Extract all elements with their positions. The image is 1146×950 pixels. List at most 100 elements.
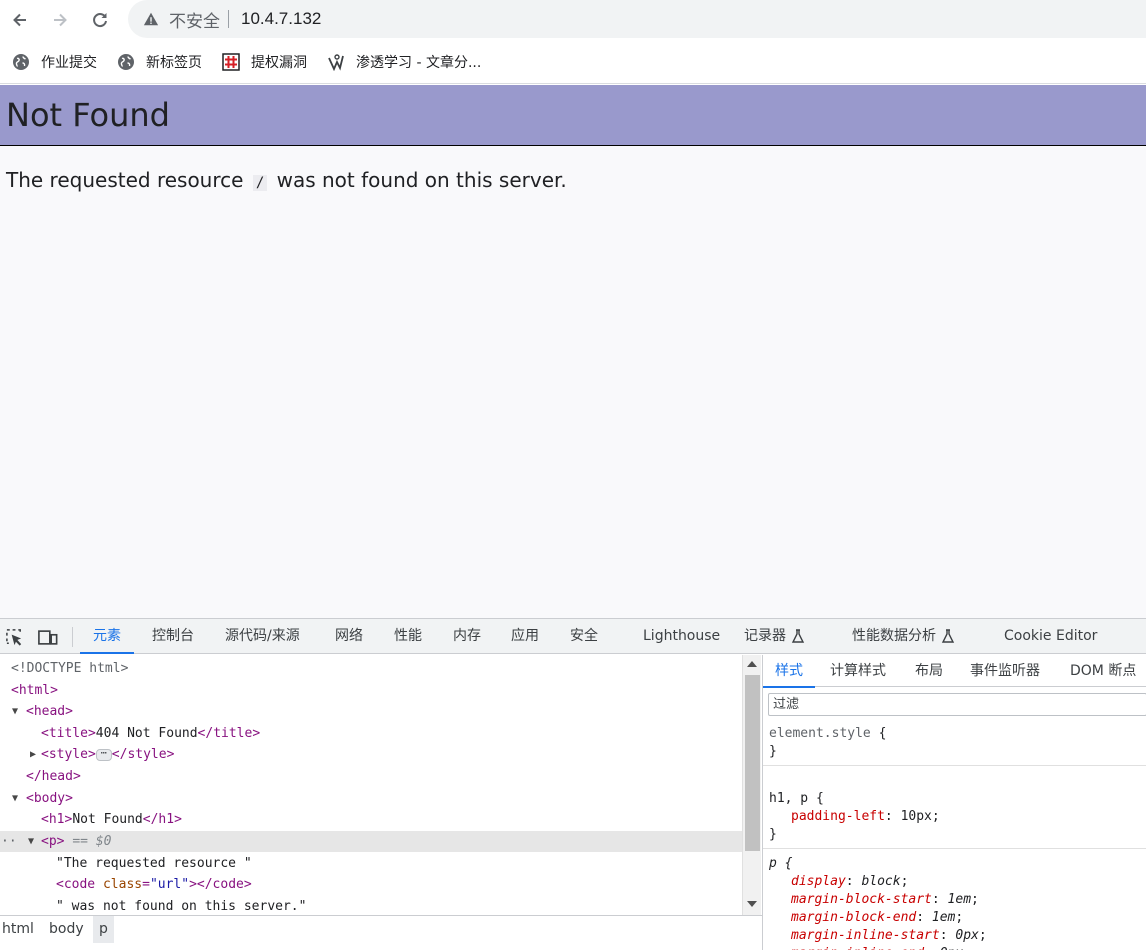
- reload-button[interactable]: [86, 6, 114, 34]
- dom-node-doctype[interactable]: <!DOCTYPE html>: [0, 658, 742, 679]
- dom-node-style[interactable]: ▶ <style> ⋯ </style>: [0, 744, 742, 765]
- message-text-before: The requested resource: [6, 168, 250, 192]
- page-heading: Not Found: [0, 85, 1146, 146]
- tag-text: <html>: [11, 683, 58, 698]
- css-property-name: margin-inline-end: [791, 946, 924, 950]
- address-bar[interactable]: 不安全 10.4.7.132: [128, 0, 1146, 38]
- attr-eq: =: [142, 877, 150, 892]
- dom-node-code[interactable]: <code class="url"></code>: [0, 874, 742, 895]
- tag-text: <h1>: [41, 812, 73, 827]
- dom-node-head[interactable]: ▼ <head>: [0, 701, 742, 722]
- device-toolbar-button[interactable]: [38, 627, 58, 647]
- css-declaration[interactable]: margin-block-end: 1em;: [763, 909, 1146, 927]
- tab-elements[interactable]: 元素: [80, 619, 134, 654]
- tab-memory[interactable]: 内存: [453, 619, 481, 654]
- tag-text: <body>: [26, 791, 73, 806]
- tab-performance[interactable]: 性能: [394, 619, 422, 654]
- css-declaration[interactable]: display: block;: [763, 873, 1146, 891]
- tag-text: </head>: [26, 769, 81, 784]
- toolbar-divider: [72, 627, 73, 647]
- bookmarks-bar: 作业提交 新标签页 提权漏洞 渗透学习 - 文章分...: [0, 40, 1146, 84]
- css-property-value[interactable]: 10px: [901, 809, 932, 824]
- flask-icon: [791, 629, 805, 643]
- bookmark-item[interactable]: 作业提交: [12, 47, 105, 77]
- reload-icon: [93, 13, 107, 28]
- css-property-value: 1em: [947, 892, 972, 907]
- css-declaration[interactable]: margin-block-start: 1em;: [763, 891, 1146, 909]
- tag-text: <style>: [41, 747, 96, 762]
- expand-triangle-icon[interactable]: ▼: [28, 831, 38, 852]
- tab-recorder[interactable]: 记录器: [744, 619, 805, 654]
- tab-console[interactable]: 控制台: [152, 619, 194, 654]
- tab-computed[interactable]: 计算样式: [830, 655, 886, 687]
- bookmark-label: 渗透学习 - 文章分...: [356, 54, 482, 71]
- tab-lighthouse[interactable]: Lighthouse: [643, 619, 720, 654]
- rule-selector-line[interactable]: p {: [763, 855, 1146, 873]
- scroll-down-arrow-icon[interactable]: [747, 901, 757, 907]
- devtools-tabbar: 元素 控制台 源代码/来源 网络 性能 内存 应用 安全 Lighthouse …: [0, 619, 1146, 654]
- styles-filter-input[interactable]: 过滤: [768, 693, 1146, 716]
- back-button[interactable]: [6, 6, 34, 34]
- inspect-element-button[interactable]: [4, 627, 24, 647]
- tab-performance-insights[interactable]: 性能数据分析: [852, 619, 955, 654]
- rule-selector-line[interactable]: h1, p {: [763, 790, 1146, 808]
- breadcrumb-p[interactable]: p: [93, 916, 114, 943]
- css-declaration[interactable]: margin-inline-end: 0px;: [763, 945, 1146, 950]
- tab-cookie-editor[interactable]: Cookie Editor: [1004, 619, 1097, 654]
- tab-security[interactable]: 安全: [570, 619, 598, 654]
- arrow-right-icon: [54, 13, 67, 27]
- rule-h1-p: h1, p { padding-left: 10px; }: [763, 788, 1146, 849]
- security-label[interactable]: 不安全: [169, 7, 220, 32]
- dom-node-html[interactable]: <html>: [0, 680, 742, 701]
- bookmark-item[interactable]: 新标签页: [117, 47, 210, 77]
- dom-node-body[interactable]: ▼ <body>: [0, 788, 742, 809]
- tag-text: </style>: [111, 747, 175, 762]
- css-property-value: block: [861, 874, 901, 889]
- gutter-dots[interactable]: ··: [1, 831, 17, 852]
- bookmark-item[interactable]: 提权漏洞: [222, 47, 315, 77]
- breadcrumb-body[interactable]: body: [49, 916, 84, 943]
- expand-triangle-icon[interactable]: ▼: [12, 701, 22, 722]
- collapse-triangle-icon[interactable]: ▶: [30, 744, 40, 765]
- expand-triangle-icon[interactable]: ▼: [12, 788, 22, 809]
- dom-scrollbar[interactable]: [742, 655, 761, 915]
- breadcrumb-html[interactable]: html: [2, 916, 34, 943]
- tag-text: </code>: [196, 877, 252, 892]
- bookmark-item[interactable]: 渗透学习 - 文章分...: [327, 47, 489, 77]
- globe-icon: [12, 53, 30, 71]
- bookmark-label: 提权漏洞: [251, 54, 307, 71]
- rule-selector: p: [769, 856, 777, 871]
- tab-sources[interactable]: 源代码/来源: [225, 619, 300, 654]
- scroll-up-arrow-icon[interactable]: [747, 661, 757, 667]
- forward-button[interactable]: [46, 6, 74, 34]
- ellipsis-button[interactable]: ⋯: [95, 748, 112, 761]
- dom-node-p-selected[interactable]: ·· ▼ <p> == $0: [0, 831, 742, 852]
- inspect-icon: [5, 628, 21, 646]
- rule-selector: h1, p: [769, 791, 809, 806]
- tab-styles[interactable]: 样式: [763, 655, 815, 688]
- url-text[interactable]: 10.4.7.132: [241, 9, 321, 29]
- dom-node-h1[interactable]: <h1>Not Found</h1>: [0, 809, 742, 830]
- css-declaration[interactable]: padding-left: 10px;: [763, 808, 1146, 826]
- tab-event-listeners[interactable]: 事件监听器: [970, 655, 1040, 687]
- warning-icon: [142, 10, 160, 28]
- attr-name: class: [102, 877, 143, 892]
- tag-text: >: [189, 877, 197, 892]
- styles-tabbar: 样式 计算样式 布局 事件监听器 DOM 断点: [763, 655, 1146, 688]
- attr-value: "url": [149, 877, 190, 892]
- dom-node-head-close[interactable]: </head>: [0, 766, 742, 787]
- dom-node-title[interactable]: <title>404 Not Found</title>: [0, 723, 742, 744]
- scroll-thumb[interactable]: [745, 675, 760, 851]
- tab-layout[interactable]: 布局: [915, 655, 943, 687]
- dom-text-node[interactable]: "The requested resource ": [0, 853, 742, 874]
- rule-selector-line[interactable]: element.style {: [763, 725, 1146, 743]
- tab-dom-breakpoints[interactable]: DOM 断点: [1070, 655, 1136, 687]
- dom-text-node[interactable]: " was not found on this server.": [0, 896, 742, 917]
- flask-icon: [941, 629, 955, 643]
- css-property-name: margin-inline-start: [791, 928, 940, 943]
- page-message: The requested resource / was not found o…: [0, 168, 1146, 192]
- tab-network[interactable]: 网络: [335, 619, 363, 654]
- node-text: 404 Not Found: [95, 726, 198, 741]
- css-declaration[interactable]: margin-inline-start: 0px;: [763, 927, 1146, 945]
- tab-application[interactable]: 应用: [511, 619, 539, 654]
